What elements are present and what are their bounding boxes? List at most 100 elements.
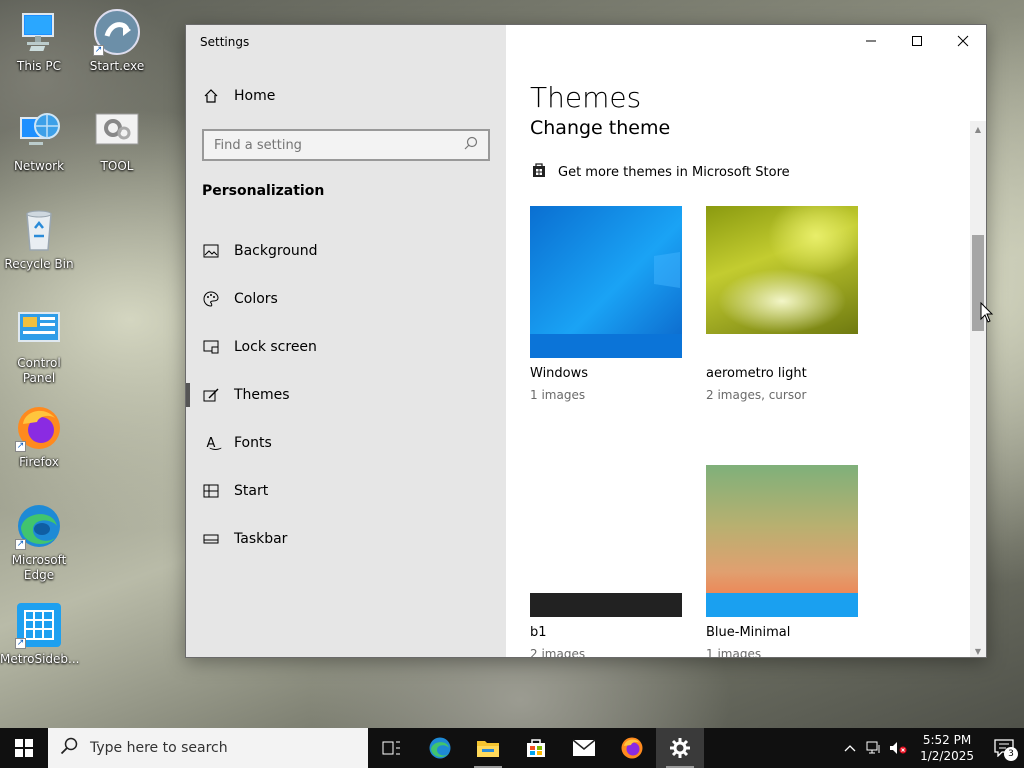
notification-count-badge: 3	[1004, 747, 1018, 761]
taskbar-store[interactable]	[512, 728, 560, 768]
chevron-up-icon[interactable]	[838, 728, 862, 768]
taskbar-settings[interactable]	[656, 728, 704, 768]
scroll-down-icon[interactable]: ▼	[970, 643, 986, 657]
maximize-button[interactable]	[894, 25, 940, 57]
minimize-button[interactable]	[848, 25, 894, 57]
theme-preview	[706, 206, 858, 334]
nav-item-colors[interactable]: Colors	[186, 275, 506, 323]
scroll-up-icon[interactable]: ▲	[970, 121, 986, 137]
desktop-icon-label: Network	[13, 159, 65, 173]
theme-card-b1[interactable]: b1 2 images	[530, 465, 682, 657]
close-button[interactable]	[940, 25, 986, 57]
font-icon: A͜	[206, 435, 216, 451]
nav-item-lock-screen[interactable]: Lock screen	[186, 323, 506, 371]
themes-content: Themes Change theme Get more themes in M…	[506, 25, 986, 657]
desktop-icon-label: Control Panel	[17, 356, 61, 385]
desktop-icon-control-panel[interactable]: Control Panel	[0, 305, 78, 386]
desktop-icon-this-pc[interactable]: This PC	[0, 8, 78, 74]
desktop-icon-label: Microsoft Edge	[11, 553, 67, 582]
theme-card-aerometro-light[interactable]: aerometro light 2 images, cursor	[706, 206, 858, 402]
shortcut-arrow-icon: ↗	[15, 638, 26, 649]
mouse-cursor-icon	[980, 301, 994, 328]
shortcut-arrow-icon: ↗	[15, 441, 26, 452]
taskbar-mail[interactable]	[560, 728, 608, 768]
firefox-icon	[621, 737, 643, 759]
desktop-icon-label: Start.exe	[89, 59, 145, 73]
taskbar-edge[interactable]	[416, 728, 464, 768]
search-icon[interactable]	[464, 136, 478, 154]
page-title: Themes	[530, 81, 642, 114]
desktop-icon-start-exe[interactable]: ↗ Start.exe	[78, 8, 156, 74]
lock-screen-icon	[202, 338, 220, 356]
clock[interactable]: 5:52 PM 1/2/2025	[910, 732, 984, 764]
start-icon	[202, 482, 220, 500]
folder-icon	[477, 741, 499, 757]
scrollbar[interactable]: ▲ ▼	[970, 121, 986, 657]
taskbar-firefox[interactable]	[608, 728, 656, 768]
desktop-icon-metrosidebar[interactable]: ↗ MetroSideb...	[0, 601, 79, 667]
start-exe-icon: ↗	[93, 8, 141, 56]
desktop-icon-label: Recycle Bin	[4, 257, 74, 271]
theme-name: Blue-Minimal	[706, 625, 791, 640]
personalization-nav: Background Colors Lock screen Themes A͜ …	[186, 227, 506, 563]
firefox-icon: ↗	[15, 404, 63, 452]
control-panel-icon	[15, 305, 63, 353]
desktop-icon-network[interactable]: Network	[0, 108, 78, 174]
desktop-icon-recycle-bin[interactable]: Recycle Bin	[0, 206, 78, 272]
store-link[interactable]: Get more themes in Microsoft Store	[530, 161, 790, 183]
theme-preview	[530, 465, 682, 617]
taskbar-file-explorer[interactable]	[464, 728, 512, 768]
nav-item-taskbar[interactable]: Taskbar	[186, 515, 506, 563]
settings-sidebar: Settings Home Personalization Background	[186, 25, 506, 657]
window-controls	[848, 25, 986, 57]
store-bag-icon	[530, 161, 548, 183]
nav-item-label: Colors	[234, 291, 278, 307]
windows-logo-icon	[15, 739, 33, 757]
network-icon	[15, 108, 63, 156]
desktop-icon-label: TOOL	[100, 159, 134, 173]
nav-item-fonts[interactable]: A͜ Fonts	[186, 419, 506, 467]
desktop-icon-firefox[interactable]: ↗ Firefox	[0, 404, 78, 470]
mail-icon	[572, 739, 596, 756]
find-setting-box[interactable]	[202, 129, 490, 161]
start-button[interactable]	[0, 728, 48, 768]
theme-meta: 2 images, cursor	[706, 388, 807, 402]
desktop-icon-tool[interactable]: TOOL	[78, 108, 156, 174]
home-label: Home	[234, 88, 276, 104]
desktop-icon-microsoft-edge[interactable]: ↗ Microsoft Edge	[0, 502, 78, 583]
gear-icon	[670, 738, 690, 758]
nav-item-label: Taskbar	[234, 531, 288, 547]
nav-item-themes[interactable]: Themes	[186, 371, 506, 419]
taskbar: Type here to search 5:52 PM 1/2/2025 3	[0, 728, 1024, 768]
theme-card-blue-minimal[interactable]: Blue-Minimal 1 images	[706, 465, 858, 657]
clock-time: 5:52 PM	[922, 733, 972, 747]
theme-name: b1	[530, 625, 547, 640]
store-link-label: Get more themes in Microsoft Store	[558, 164, 790, 180]
task-view-button[interactable]	[368, 728, 416, 768]
taskbar-search-placeholder: Type here to search	[90, 740, 228, 756]
nav-item-label: Start	[234, 483, 269, 499]
network-icon[interactable]	[862, 728, 886, 768]
nav-item-start[interactable]: Start	[186, 467, 506, 515]
computer-icon	[15, 8, 63, 56]
find-setting-input[interactable]	[214, 137, 464, 153]
image-icon	[202, 242, 220, 260]
shortcut-arrow-icon: ↗	[15, 539, 26, 550]
section-title: Personalization	[202, 183, 325, 199]
settings-window: Settings Home Personalization Background	[185, 24, 987, 658]
theme-preview	[706, 465, 858, 617]
clock-date: 1/2/2025	[920, 749, 974, 763]
home-icon	[202, 87, 220, 105]
nav-item-background[interactable]: Background	[186, 227, 506, 275]
theme-name: aerometro light	[706, 366, 807, 381]
taskbar-icon	[202, 530, 220, 548]
taskbar-search-box[interactable]: Type here to search	[48, 728, 368, 768]
theme-meta: 1 images	[530, 388, 586, 402]
metro-sidebar-icon: ↗	[15, 601, 63, 649]
theme-card-windows[interactable]: Windows 1 images	[530, 206, 682, 402]
volume-muted-icon[interactable]	[886, 728, 910, 768]
home-link[interactable]: Home	[202, 87, 275, 105]
theme-meta: 1 images	[706, 647, 762, 657]
task-view-icon	[382, 741, 400, 755]
notification-button[interactable]: 3	[984, 728, 1024, 768]
